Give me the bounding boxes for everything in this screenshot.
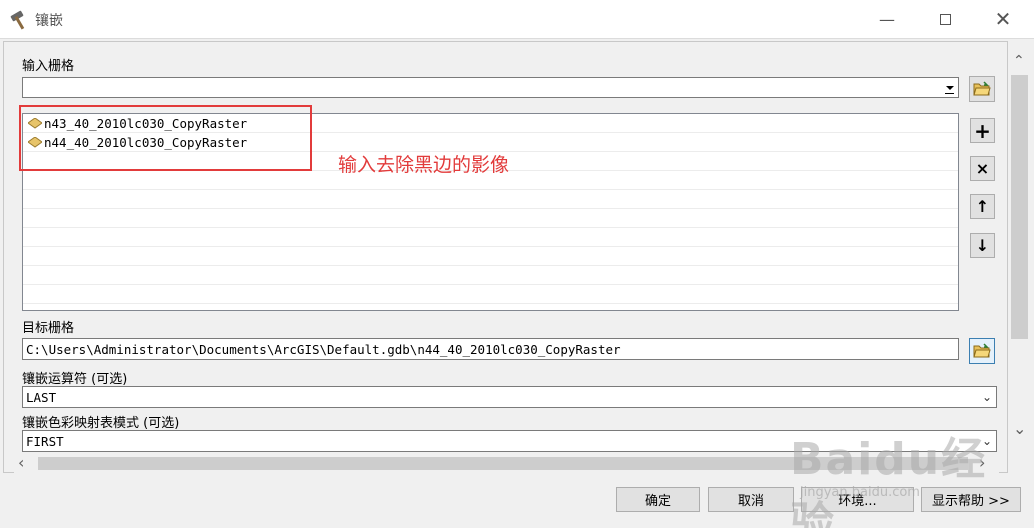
list-empty-row xyxy=(23,190,958,209)
target-raster-value: C:\Users\Administrator\Documents\ArcGIS\… xyxy=(26,342,621,357)
remove-icon: × xyxy=(975,159,990,178)
minimize-button[interactable]: — xyxy=(858,0,916,38)
browse-target-button[interactable] xyxy=(969,338,995,364)
list-empty-row xyxy=(23,266,958,285)
title-bar: 镶嵌 — ✕ xyxy=(0,0,1034,38)
maximize-icon xyxy=(939,13,951,25)
maximize-button[interactable] xyxy=(916,0,974,38)
close-icon: ✕ xyxy=(994,7,1012,31)
minimize-icon: — xyxy=(879,9,895,29)
arrow-down-icon: ↓ xyxy=(975,236,990,255)
scroll-left-icon[interactable]: ‹ xyxy=(18,453,24,472)
plus-icon: + xyxy=(974,118,991,143)
mosaic-operator-select[interactable]: LAST ⌄ xyxy=(22,386,997,408)
close-button[interactable]: ✕ xyxy=(974,0,1032,38)
mosaic-operator-value: LAST xyxy=(26,390,57,405)
watermark-url: jingyan.baidu.com xyxy=(800,485,920,500)
move-up-button[interactable]: ↑ xyxy=(970,194,995,219)
arrow-up-icon: ↑ xyxy=(975,197,990,216)
move-down-button[interactable]: ↓ xyxy=(970,233,995,258)
vertical-scroll-thumb[interactable] xyxy=(1011,75,1028,339)
list-empty-row xyxy=(23,209,958,228)
vertical-scrollbar[interactable]: ⌃ ⌄ xyxy=(1008,41,1034,473)
watermark-logo-text: Baidu经验 xyxy=(790,434,988,528)
list-empty-row xyxy=(23,285,958,304)
annotation-text: 输入去除黑边的影像 xyxy=(338,154,510,176)
add-item-button[interactable]: + xyxy=(970,118,995,143)
folder-open-icon xyxy=(973,343,991,358)
scroll-up-icon[interactable]: ⌃ xyxy=(1013,53,1025,69)
ok-button[interactable]: 确定 xyxy=(616,487,700,512)
input-rasters-label: 输入栅格 xyxy=(22,59,75,74)
folder-open-icon xyxy=(973,81,991,96)
cancel-button[interactable]: 取消 xyxy=(708,487,794,512)
colormap-mode-value: FIRST xyxy=(26,434,64,449)
colormap-mode-label: 镶嵌色彩映射表模式 (可选) xyxy=(22,416,180,431)
annotation-highlight-box xyxy=(19,105,312,171)
input-rasters-combo[interactable] xyxy=(22,77,959,98)
hammer-icon xyxy=(10,10,25,30)
window-title: 镶嵌 xyxy=(35,13,63,29)
dropdown-arrow-icon[interactable] xyxy=(941,78,958,97)
baidu-watermark: Baidu经验 jingyan.baidu.com xyxy=(790,421,1020,528)
browse-input-button[interactable] xyxy=(969,76,995,102)
chevron-down-icon: ⌄ xyxy=(981,390,992,404)
dialog-body: 输入栅格 n43_40_2010lc030_CopyRaster n44_40_… xyxy=(0,38,1034,528)
mosaic-operator-label: 镶嵌运算符 (可选) xyxy=(22,372,128,387)
list-empty-row xyxy=(23,228,958,247)
parameters-panel: 输入栅格 n43_40_2010lc030_CopyRaster n44_40_… xyxy=(3,41,1008,473)
remove-item-button[interactable]: × xyxy=(970,156,995,181)
list-empty-row xyxy=(23,247,958,266)
target-raster-input[interactable]: C:\Users\Administrator\Documents\ArcGIS\… xyxy=(22,338,959,360)
target-raster-label: 目标栅格 xyxy=(22,321,75,336)
